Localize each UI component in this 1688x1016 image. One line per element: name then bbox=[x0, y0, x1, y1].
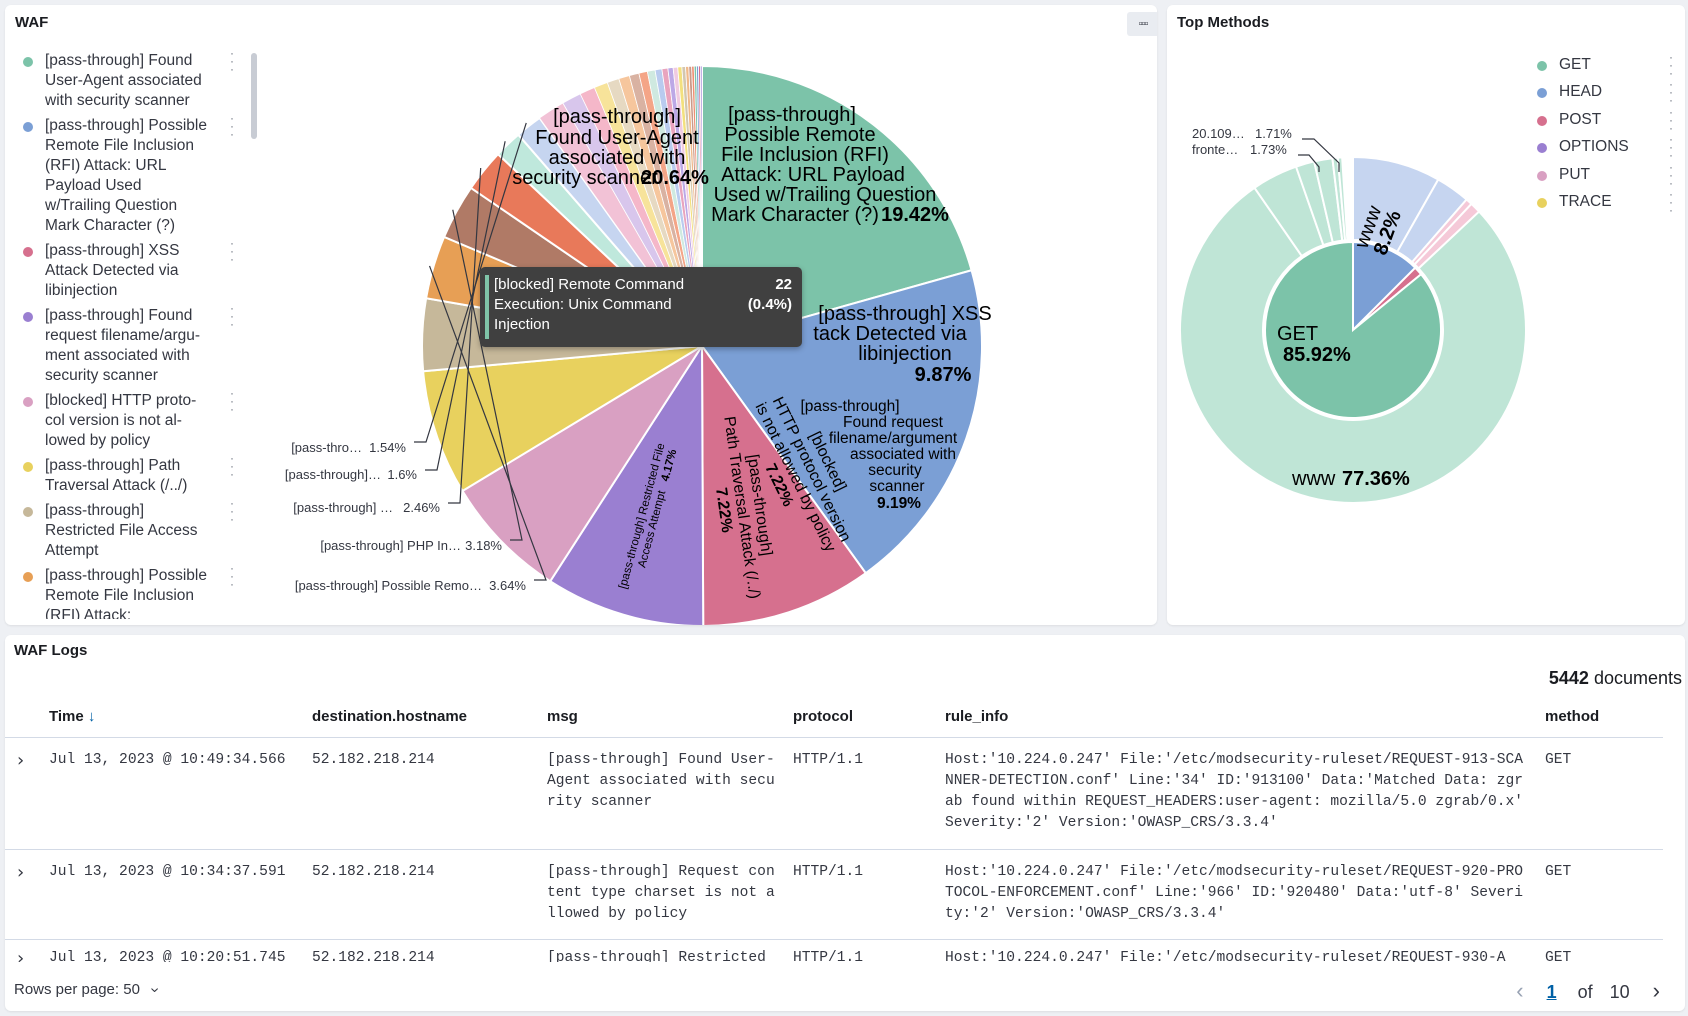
outside-label-pct: 3.64% bbox=[489, 578, 526, 593]
document-count-value: 5442 bbox=[1548, 668, 1589, 688]
column-header-method[interactable]: method bbox=[1545, 708, 1599, 725]
table-header: Time ↓ destination.hostname msg protocol… bbox=[5, 708, 1663, 732]
slice-label-line: [pass-through] bbox=[728, 104, 856, 126]
cell-time: Jul 13, 2023 @ 10:49:34.566 bbox=[49, 752, 286, 768]
next-page-icon[interactable]: › bbox=[1653, 978, 1660, 1003]
slice-label-line: associated with bbox=[549, 147, 686, 169]
cell-time: Jul 13, 2023 @ 10:20:51.745 bbox=[49, 950, 286, 962]
expand-row-icon[interactable]: › bbox=[17, 948, 24, 962]
column-header-rule-info[interactable]: rule_info bbox=[945, 708, 1008, 725]
slice-label-pct: 20.64% bbox=[641, 167, 709, 189]
cell-protocol: HTTP/1.1 bbox=[793, 864, 864, 880]
cell-method: GET bbox=[1545, 950, 1572, 962]
slice-label-line: Found User-Agent bbox=[535, 127, 699, 149]
top-methods-panel: Top Methods GET · · · HEAD · · · POST · · · OPTIO… bbox=[1167, 5, 1685, 625]
slice-label-line: File Inclusion (RFI) bbox=[721, 144, 889, 166]
cell-rule-info: Host:'10.224.0.247' File:'/etc/modsecuri… bbox=[945, 950, 1506, 962]
chevron-down-icon: › bbox=[146, 987, 164, 993]
outer-pct: 77.36% bbox=[1342, 468, 1410, 490]
outside-label-name: [pass-through] Possible Remo… bbox=[295, 578, 482, 593]
rows-per-page-label: Rows per page: 50 bbox=[14, 981, 140, 998]
cell-protocol: HTTP/1.1 bbox=[793, 752, 864, 768]
slice-label-line: Mark Character (?) bbox=[711, 204, 879, 226]
rows-per-page-selector[interactable]: Rows per page: 50 › bbox=[14, 981, 164, 999]
expand-row-icon[interactable]: › bbox=[17, 862, 24, 883]
outside-label-name: [pass-through]… bbox=[285, 467, 381, 482]
tooltip-label-line: [blocked] Remote Command bbox=[494, 276, 685, 293]
sort-arrow-icon[interactable]: ↓ bbox=[88, 708, 96, 725]
chart-tooltip: [blocked] Remote Command Execution: Unix… bbox=[480, 267, 802, 347]
column-header-destination-hostname[interactable]: destination.hostname bbox=[312, 708, 467, 725]
cell-hostname: 52.182.218.214 bbox=[312, 752, 435, 768]
outside-label-pct: 3.18% bbox=[465, 538, 502, 553]
previous-page-icon[interactable]: ‹ bbox=[1516, 978, 1523, 1003]
column-header-protocol[interactable]: protocol bbox=[793, 708, 853, 725]
cell-rule-info: Host:'10.224.0.247' File:'/etc/modsecuri… bbox=[945, 864, 1524, 922]
slice-label-line: Found request bbox=[843, 414, 944, 431]
slice-label-line: scanner bbox=[869, 478, 924, 495]
table-row[interactable]: › Jul 13, 2023 @ 10:20:51.745 52.182.218… bbox=[5, 939, 1663, 962]
slice-label-line: Attack: URL Payload bbox=[721, 164, 905, 186]
slice-label-line: filename/argument bbox=[829, 430, 958, 447]
slice-label-line: Possible Remote bbox=[724, 124, 875, 146]
callout-labels: 20.109… 1.71% fronte… 1.73% bbox=[1192, 126, 1292, 157]
cell-hostname: 52.182.218.214 bbox=[312, 864, 435, 880]
table-row[interactable]: › Jul 13, 2023 @ 10:49:34.566 52.182.218… bbox=[5, 737, 1663, 850]
slice-label-line: associated with bbox=[850, 446, 956, 463]
slice-label-pct: 19.42% bbox=[881, 204, 949, 226]
slice-label-line: [pass-through] bbox=[800, 398, 899, 415]
cell-msg: [pass-through] Request content type char… bbox=[547, 864, 775, 922]
cell-method: GET bbox=[1545, 752, 1572, 768]
cell-rule-info: Host:'10.224.0.247' File:'/etc/modsecuri… bbox=[945, 752, 1524, 831]
slice-label-pct: 9.19% bbox=[877, 495, 921, 512]
cell-method: GET bbox=[1545, 864, 1572, 880]
column-header-msg[interactable]: msg bbox=[547, 708, 578, 725]
callout-pct: 1.73% bbox=[1250, 142, 1287, 157]
cell-msg: [pass-through] Restricted bbox=[547, 950, 766, 962]
expand-row-icon[interactable]: › bbox=[17, 750, 24, 771]
slice-label-line: [pass-through] bbox=[553, 106, 681, 128]
outside-label-pct: 2.46% bbox=[403, 500, 440, 515]
page-of-label: of bbox=[1577, 982, 1593, 1002]
tooltip-count: 22 bbox=[775, 276, 792, 293]
outside-label-name: [pass-thro… bbox=[291, 440, 362, 455]
tooltip-color-bar bbox=[485, 275, 489, 339]
cell-protocol: HTTP/1.1 bbox=[793, 950, 864, 962]
tooltip-label-line: Injection bbox=[494, 316, 550, 333]
outside-label-pct: 1.6% bbox=[387, 467, 417, 482]
waf-logs-title: WAF Logs bbox=[14, 642, 88, 659]
inner-pct: 85.92% bbox=[1283, 344, 1351, 366]
slice-label-line: security bbox=[868, 462, 922, 479]
cell-time: Jul 13, 2023 @ 10:34:37.591 bbox=[49, 864, 286, 880]
tooltip-pct: (0.4%) bbox=[747, 296, 792, 313]
slice-label-line: libinjection bbox=[858, 343, 951, 365]
slice-label-line: Used w/Trailing Question bbox=[714, 184, 937, 206]
outer-label: www bbox=[1291, 468, 1336, 490]
column-header-label: Time bbox=[49, 708, 84, 725]
document-count: 5442 documents bbox=[1549, 668, 1682, 689]
column-header-time[interactable]: Time ↓ bbox=[49, 708, 95, 725]
table-row[interactable]: › Jul 13, 2023 @ 10:34:37.591 52.182.218… bbox=[5, 849, 1663, 940]
document-count-label: documents bbox=[1593, 668, 1682, 688]
callout-name: fronte… bbox=[1192, 142, 1238, 157]
inner-label: GET bbox=[1277, 323, 1318, 345]
current-page-link[interactable]: 1 bbox=[1547, 982, 1557, 1002]
callout-pct: 1.71% bbox=[1255, 126, 1292, 141]
slice-label-line: tack Detected via bbox=[813, 323, 967, 345]
outside-label-name: [pass-through] … bbox=[293, 500, 393, 515]
total-pages-link[interactable]: 10 bbox=[1610, 982, 1630, 1002]
top-methods-donut-chart[interactable]: 20.109… 1.71% fronte… 1.73% GET 85.92% w… bbox=[1167, 5, 1685, 625]
slice-label-line: security scanner bbox=[512, 167, 658, 189]
pagination: ‹ 1 of 10 › bbox=[1516, 978, 1660, 1004]
callout-name: 20.109… bbox=[1192, 126, 1245, 141]
outside-label-pct: 1.54% bbox=[369, 440, 406, 455]
waf-panel: WAF ▫▫▫ [pass-through] Found User-Agent … bbox=[5, 5, 1157, 625]
cell-hostname: 52.182.218.214 bbox=[312, 950, 435, 962]
slice-label-line: [pass-through] XSS bbox=[818, 303, 991, 325]
table-body: › Jul 13, 2023 @ 10:49:34.566 52.182.218… bbox=[5, 737, 1663, 962]
outside-label-name: [pass-through] PHP In… bbox=[320, 538, 461, 553]
cell-msg: [pass-through] Found User-Agent associat… bbox=[547, 752, 775, 810]
slice-label-pct: 9.87% bbox=[915, 364, 972, 386]
